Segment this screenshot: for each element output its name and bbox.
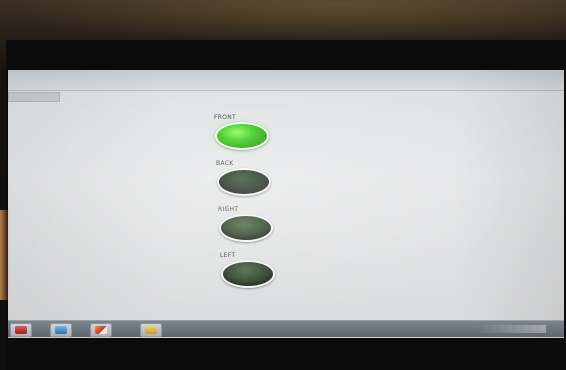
application-window: FRONT BACK RIGHT LEFT <box>8 70 564 338</box>
photo-scene: FRONT BACK RIGHT LEFT <box>0 0 566 370</box>
taskbar <box>8 320 564 337</box>
reflection-glare <box>0 210 10 300</box>
indicator-label: LEFT <box>220 252 236 259</box>
app-icon-folder <box>145 326 157 334</box>
app-icon-matlab <box>95 326 107 334</box>
taskbar-app-matlab[interactable] <box>90 323 112 337</box>
indicator-label: RIGHT <box>218 206 239 213</box>
taskbar-app-blue[interactable] <box>50 323 72 337</box>
system-tray[interactable] <box>476 325 546 333</box>
indicator-front: FRONT <box>212 114 272 150</box>
led-front <box>215 122 269 150</box>
taskbar-app-red[interactable] <box>10 323 32 337</box>
taskbar-app-folder[interactable] <box>140 323 162 337</box>
window-tab[interactable] <box>8 92 60 102</box>
indicator-left: LEFT <box>218 252 278 288</box>
app-icon-red <box>15 326 27 334</box>
indicator-right: RIGHT <box>216 206 276 242</box>
app-icon-blue <box>55 326 67 334</box>
indicator-label: FRONT <box>214 114 236 121</box>
background-wall <box>0 0 566 45</box>
led-right <box>219 214 273 242</box>
indicator-label: BACK <box>216 160 234 167</box>
led-left <box>221 260 275 288</box>
led-back <box>217 168 271 196</box>
window-title-bar <box>8 70 564 91</box>
indicator-back: BACK <box>214 160 274 196</box>
